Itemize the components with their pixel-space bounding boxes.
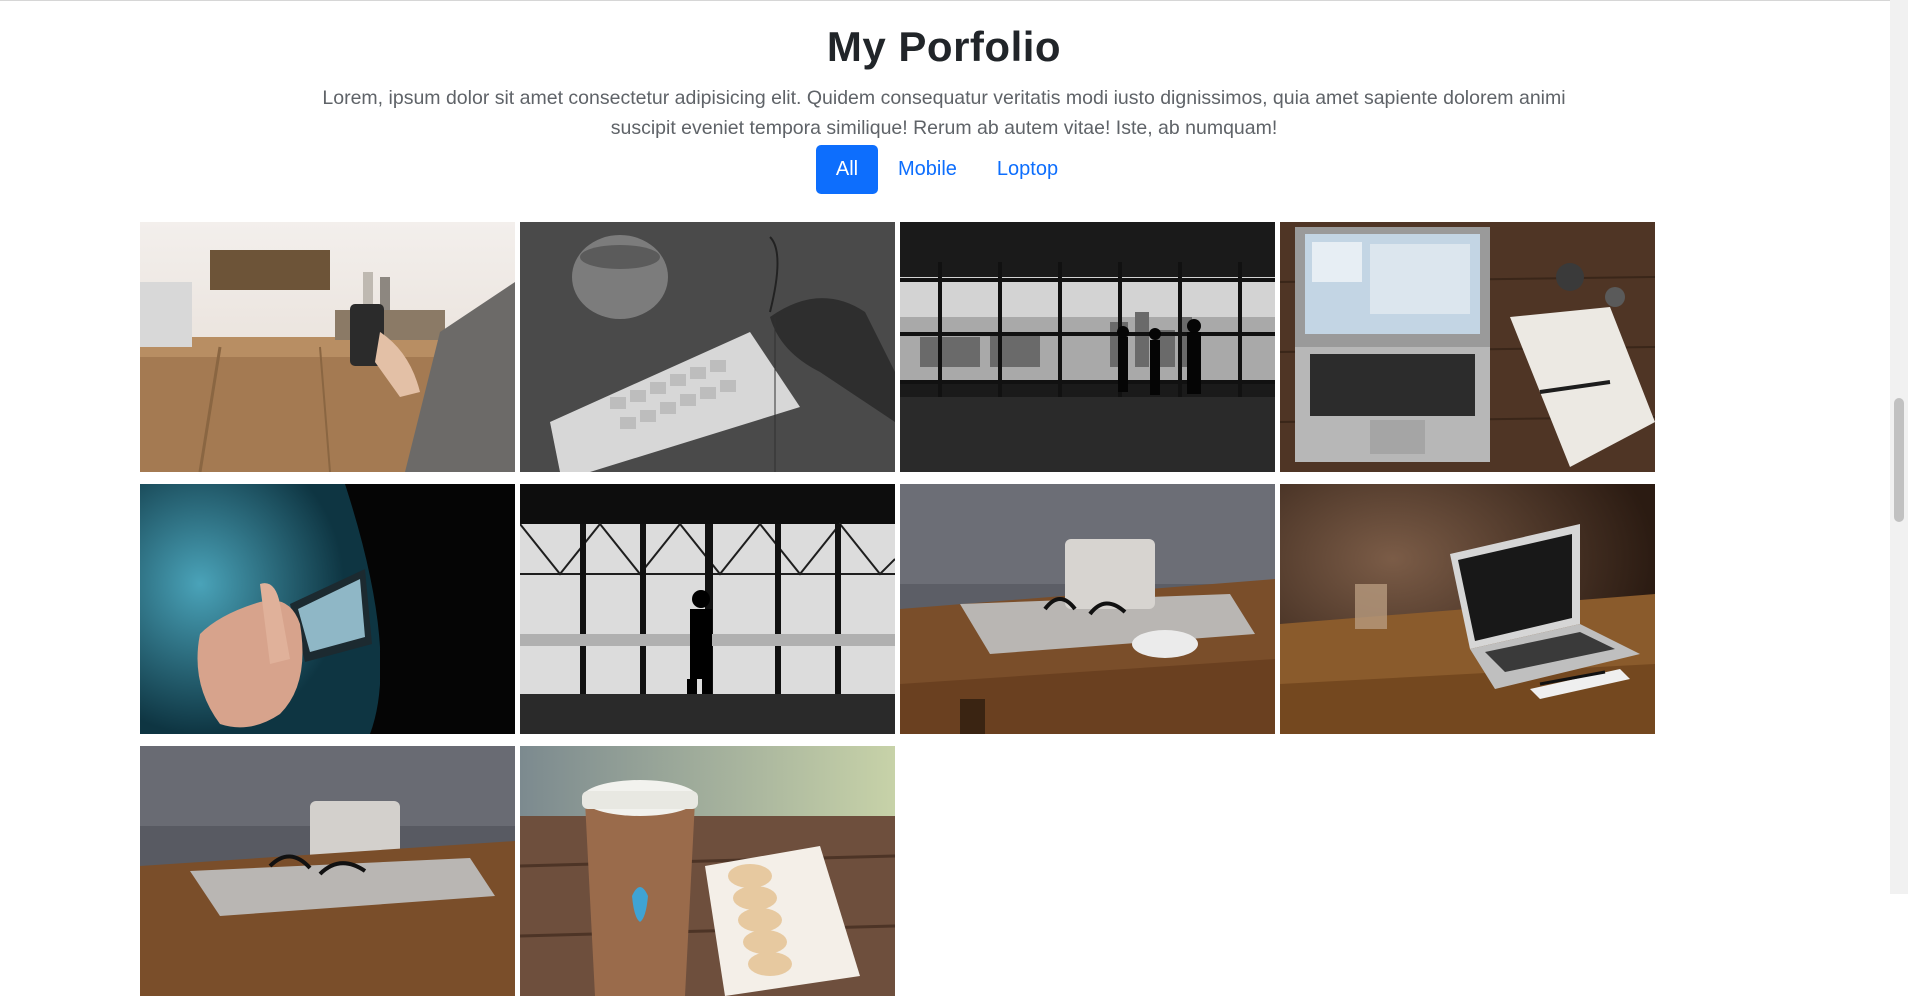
filter-laptop-button[interactable]: Loptop — [977, 145, 1078, 194]
coffee-macarons-image — [520, 746, 895, 996]
gallery-item-laptop-glasses[interactable] — [140, 746, 515, 996]
keyboard-image — [520, 222, 895, 472]
gallery-item-phone-in-hand[interactable] — [140, 484, 515, 734]
laptop-glasses-mouse-image — [900, 484, 1275, 734]
page-scrollbar[interactable] — [1890, 0, 1908, 894]
laptop-glasses-image — [140, 746, 515, 996]
macbook-top-image — [1280, 222, 1655, 472]
portfolio-header: My Porfolio Lorem, ipsum dolor sit amet … — [0, 0, 1888, 143]
gallery-item-window-silhouette[interactable] — [520, 484, 895, 734]
gallery-item-macbook-top[interactable] — [1280, 222, 1655, 472]
phone-on-table-image — [140, 222, 515, 472]
office-window-image — [900, 222, 1275, 472]
window-silhouette-image — [520, 484, 895, 734]
gallery-item-office-window[interactable] — [900, 222, 1275, 472]
gallery-item-laptop-glasses-mouse[interactable] — [900, 484, 1275, 734]
gallery-item-phone-on-table[interactable] — [140, 222, 515, 472]
scrollbar-thumb[interactable] — [1894, 398, 1904, 522]
filter-nav: All Mobile Loptop — [816, 145, 1078, 194]
page-title: My Porfolio — [826, 23, 1062, 70]
open-laptop-image — [1280, 484, 1655, 734]
filter-all-button[interactable]: All — [816, 145, 878, 194]
gallery-item-keyboard[interactable] — [520, 222, 895, 472]
page-description: Lorem, ipsum dolor sit amet consectetur … — [322, 87, 1566, 139]
filter-mobile-button[interactable]: Mobile — [878, 145, 977, 194]
gallery-item-open-laptop[interactable] — [1280, 484, 1655, 734]
phone-in-hand-image — [140, 484, 515, 734]
gallery-item-coffee-macarons[interactable] — [520, 746, 895, 996]
